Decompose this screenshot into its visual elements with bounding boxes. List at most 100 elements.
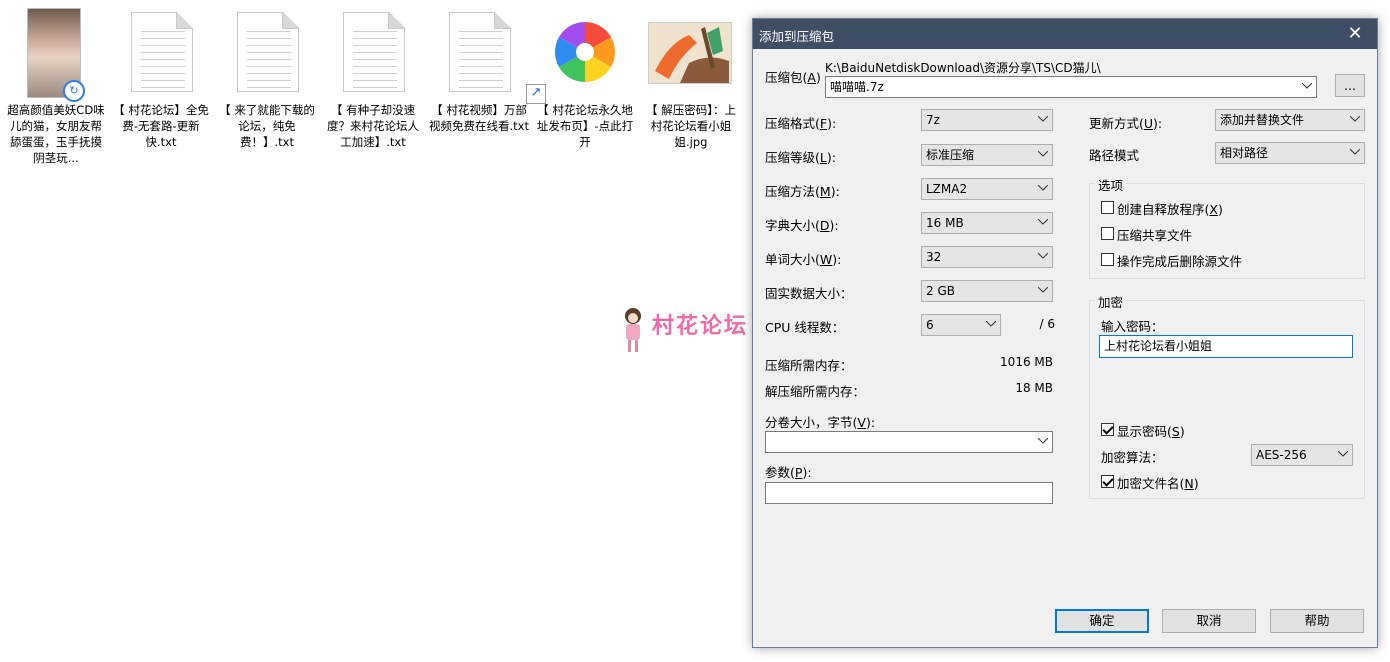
update-mode-label: 更新方式(U): [1089,116,1163,131]
txt-file-icon [237,12,299,92]
cpu-threads-total: / 6 [1039,317,1056,331]
file-label: 【 村花论坛永久地址发布页】-点此打开 [536,103,634,149]
chevron-down-icon [1350,110,1360,122]
desktop-file-jpg[interactable]: 【 解压密码】：上村花论坛看小姐姐.jpg [638,6,744,150]
browse-button[interactable]: ... [1335,74,1365,97]
update-mode-select[interactable]: 添加并替换文件 [1215,109,1365,131]
decompress-memory-label: 解压缩所需内存： [765,384,866,399]
update-mode-value: 添加并替换文件 [1220,113,1305,127]
desktop-file-txt-2[interactable]: 【 来了就能下载的论坛，纯免费！】.txt [214,6,320,150]
dictionary-select[interactable]: 16 MB [921,212,1053,234]
method-value: LZMA2 [926,182,968,196]
dictionary-value: 16 MB [926,216,964,230]
desktop-file-txt-1[interactable]: 【 村花论坛】全免费-无套路-更新快.txt [108,6,214,150]
parameters-label: 参数(P): [765,465,812,480]
parameters-input[interactable] [765,482,1053,504]
sfx-checkbox[interactable] [1101,201,1114,214]
chevron-down-icon [1338,445,1348,457]
cpu-threads-label: CPU 线程数： [765,320,845,335]
watermark-text: 村花论坛 [652,313,749,339]
file-label: 超高颜值美妖CD味儿的猫，女朋友帮舔蛋蛋，玉手抚摸阴茎玩... [7,103,105,165]
format-value: 7z [926,113,940,127]
level-label: 压缩等级(L): [765,150,836,165]
chevron-down-icon [1302,77,1312,89]
ok-button[interactable]: 确定 [1055,609,1149,633]
sync-badge-icon: ↻ [63,80,85,102]
desktop-file-shortcut[interactable]: ↗ 【 村花论坛永久地址发布页】-点此打开 [526,6,638,150]
shortcut-arrow-icon: ↗ [526,84,546,104]
path-mode-select[interactable]: 相对路径 [1215,142,1365,164]
options-group-title: 选项 [1095,175,1127,194]
help-button[interactable]: 帮助 [1270,609,1364,633]
delete-after-label: 操作完成后删除源文件 [1117,254,1243,269]
chevron-down-icon [1038,145,1048,157]
archive-path: K:\BaiduNetdiskDownload\资源分享\TS\CD猫儿\ [825,61,1101,75]
chevron-down-icon [1350,143,1360,155]
desktop-file-photo[interactable]: ↻ 超高颜值美妖CD味儿的猫，女朋友帮舔蛋蛋，玉手抚摸阴茎玩... [3,6,109,166]
delete-after-checkbox[interactable] [1101,253,1114,266]
dictionary-label: 字典大小(D): [765,218,839,233]
paint-image-icon [648,22,732,84]
encrypt-names-label: 加密文件名(N) [1117,476,1199,491]
decompress-memory-value: 18 MB [1015,381,1053,395]
watermark: 村花论坛 [620,306,770,362]
compress-memory-value: 1016 MB [1000,355,1053,369]
volume-size-combo[interactable] [765,431,1053,453]
chevron-down-icon [1038,432,1048,444]
file-label: 【 村花视频】万部视频免费在线看.txt [429,103,529,133]
volume-size-label: 分卷大小，字节(V): [765,415,876,430]
archive-name-value: 喵喵喵.7z [830,80,884,94]
compress-memory-label: 压缩所需内存： [765,358,853,373]
solid-block-value: 2 GB [926,284,955,298]
cpu-threads-value: 6 [926,318,934,332]
show-password-checkbox[interactable] [1101,423,1114,436]
word-size-label: 单词大小(W): [765,252,842,267]
cartoon-girl-icon [620,306,646,356]
solid-block-select[interactable]: 2 GB [921,280,1053,302]
word-size-value: 32 [926,250,942,264]
password-label: 输入密码： [1101,319,1164,334]
word-size-select[interactable]: 32 [921,246,1053,268]
password-input[interactable]: 上村花论坛看小姐姐 [1099,335,1353,358]
txt-file-icon [131,12,193,92]
dialog-title: 添加到压缩包 [759,29,835,44]
path-mode-label: 路径模式 [1089,148,1140,163]
level-select[interactable]: 标准压缩 [921,144,1053,166]
chevron-down-icon [1038,110,1048,122]
desktop-file-txt-4[interactable]: 【 村花视频】万部视频免费在线看.txt [426,6,532,134]
desktop-file-txt-3[interactable]: 【 有种子却没速度？来村花论坛人工加速】.txt [320,6,426,150]
method-select[interactable]: LZMA2 [921,178,1053,200]
file-label: 【 解压密码】：上村花论坛看小姐姐.jpg [646,103,736,149]
pinwheel-icon [548,10,622,90]
close-icon[interactable]: ✕ [1333,19,1377,49]
encryption-method-label: 加密算法： [1101,450,1164,465]
shared-files-checkbox[interactable] [1101,227,1114,240]
encryption-method-value: AES-256 [1256,448,1307,462]
add-to-archive-dialog: 添加到压缩包 ✕ 压缩包(A) K:\BaiduNetdiskDownload\… [752,18,1378,648]
sfx-label: 创建自释放程序(X) [1117,202,1223,217]
format-select[interactable]: 7z [921,109,1053,131]
file-label: 【 有种子却没速度？来村花论坛人工加速】.txt [327,103,419,149]
chevron-down-icon [986,315,996,327]
chevron-down-icon [1038,213,1048,225]
cancel-button[interactable]: 取消 [1162,609,1256,633]
txt-file-icon [449,12,511,92]
solid-block-label: 固实数据大小： [765,286,853,301]
chevron-down-icon [1038,281,1048,293]
file-label: 【 村花论坛】全免费-无套路-更新快.txt [113,103,209,149]
cpu-threads-select[interactable]: 6 [921,314,1001,336]
encryption-method-select[interactable]: AES-256 [1251,444,1353,466]
chevron-down-icon [1038,247,1048,259]
archive-label: 压缩包(A) [765,70,821,85]
encryption-group-title: 加密 [1095,292,1127,311]
title-bar[interactable]: 添加到压缩包 ✕ [753,19,1377,49]
txt-file-icon [343,12,405,92]
chevron-down-icon [1038,179,1048,191]
encrypt-names-checkbox[interactable] [1101,475,1114,488]
format-label: 压缩格式(F): [765,116,837,131]
shared-files-label: 压缩共享文件 [1117,228,1193,243]
file-label: 【 来了就能下载的论坛，纯免费！】.txt [219,103,315,149]
archive-name-combo[interactable]: 喵喵喵.7z [825,76,1317,98]
path-mode-value: 相对路径 [1220,146,1269,160]
show-password-label: 显示密码(S) [1117,424,1185,439]
